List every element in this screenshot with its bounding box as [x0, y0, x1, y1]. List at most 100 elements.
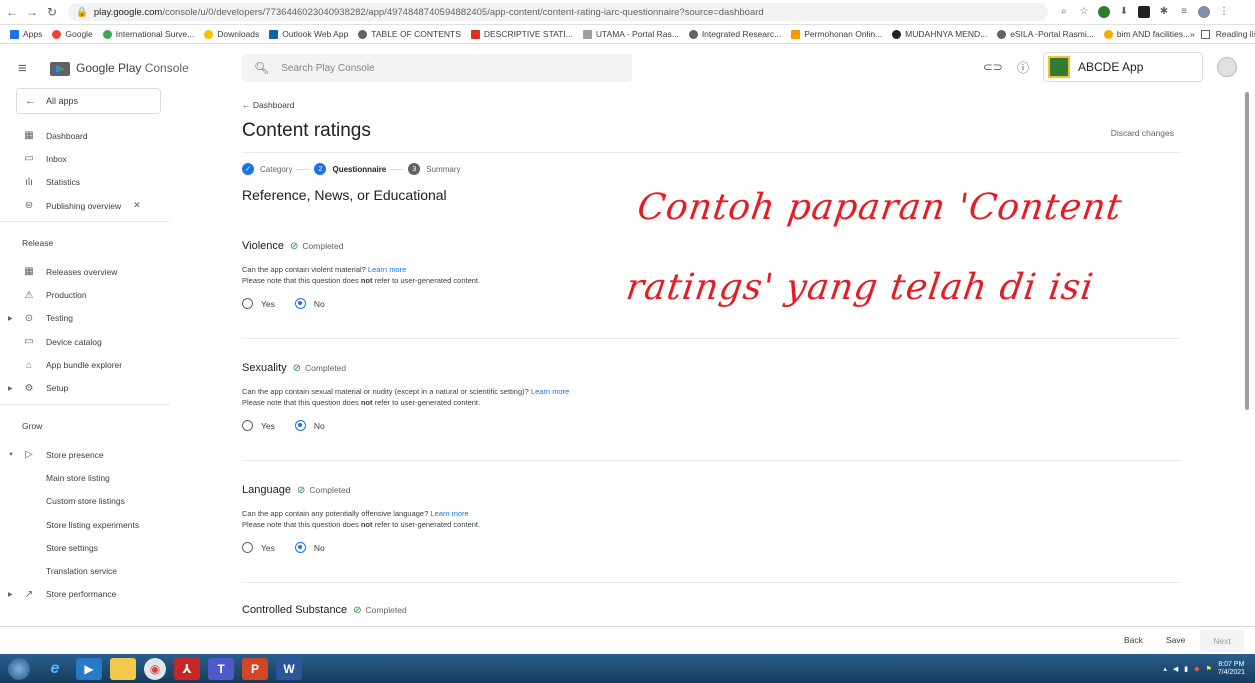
search-input[interactable]: 🔍︎ Search Play Console	[242, 54, 632, 82]
bookmark-esila[interactable]: eSILA -Portal Rasmi...	[997, 29, 1094, 39]
extension-icon[interactable]	[1138, 6, 1150, 18]
bookmark-integrated-research[interactable]: Integrated Researc...	[688, 29, 781, 39]
radio-group: Yes No	[242, 420, 1180, 431]
bookmark-permohonan[interactable]: Permohonan Onlin...	[791, 29, 882, 39]
playlist-icon[interactable]: ≡	[1178, 6, 1190, 18]
back-button[interactable]: Back	[1124, 635, 1143, 645]
volume-icon[interactable]: ◀	[1173, 665, 1178, 673]
step-questionnaire[interactable]: Questionnaire	[332, 165, 386, 174]
learn-more-link[interactable]: Learn more	[368, 265, 406, 274]
bookmark-label: Downloads	[217, 29, 260, 39]
bookmark-mudahnya[interactable]: MUDAHNYA MEND...	[892, 29, 987, 39]
bookmark-table-of-contents[interactable]: TABLE OF CONTENTS	[358, 29, 461, 39]
bookmark-utama[interactable]: UTAMA - Portal Ras...	[582, 29, 679, 39]
sidebar-item-store-settings[interactable]: Store settings	[0, 536, 170, 559]
bookmark-international-survey[interactable]: International Surve...	[102, 29, 194, 39]
acrobat-icon[interactable]: ⅄	[174, 657, 200, 680]
sidebar-item-app-bundle-explorer[interactable]: ⌂ App bundle explorer	[0, 353, 170, 376]
question-body: Can the app contain sexual material or n…	[242, 387, 529, 396]
media-player-icon[interactable]: ▶	[76, 657, 102, 680]
sidebar-item-releases-overview[interactable]: ▦ Releases overview	[0, 260, 170, 283]
internet-explorer-icon[interactable]: e	[42, 658, 68, 680]
bookmark-bim[interactable]: bim AND facilities...	[1103, 29, 1190, 39]
tray-arrow-icon[interactable]: ▴	[1163, 665, 1167, 673]
kebab-menu-icon[interactable]: ⋮	[1218, 6, 1230, 18]
help-icon[interactable]: ⓘ	[1017, 59, 1029, 76]
flag-icon[interactable]: ⚑	[1205, 665, 1211, 673]
star-icon[interactable]: ☆	[1078, 6, 1090, 18]
more-bookmarks-icon[interactable]: »	[1190, 29, 1195, 39]
forward-arrow-icon[interactable]: →	[24, 5, 40, 19]
next-button[interactable]: Next	[1200, 630, 1244, 652]
sidebar-item-setup[interactable]: ▶ ⚙ Setup	[0, 377, 170, 400]
download-icon[interactable]: ⬇	[1118, 6, 1130, 18]
radio-label: Yes	[261, 298, 275, 309]
sidebar-item-store-presence[interactable]: ▼ ▷ Store presence	[0, 443, 170, 466]
save-button[interactable]: Save	[1166, 635, 1185, 645]
folder-icon[interactable]	[110, 657, 136, 680]
sidebar-item-custom-store-listings[interactable]: Custom store listings	[0, 490, 170, 513]
extension-icon[interactable]	[1098, 6, 1110, 18]
address-bar[interactable]: 🔒 play.google.com /console/u/0/developer…	[68, 3, 1048, 21]
bookmark-downloads[interactable]: Downloads	[204, 29, 259, 39]
bookmark-apps[interactable]: Apps	[10, 29, 42, 39]
discard-changes-button[interactable]: Discard changes	[1111, 128, 1174, 138]
network-icon[interactable]: ▮	[1184, 665, 1188, 673]
status-badge: Completed	[305, 363, 347, 373]
bookmark-outlook[interactable]: Outlook Web App	[269, 29, 348, 39]
section-title-grow: Grow	[22, 420, 43, 431]
bookmark-descriptive-stati[interactable]: DESCRIPTIVE STATI...	[470, 29, 573, 39]
reading-list-icon[interactable]	[1200, 29, 1210, 39]
puzzle-icon[interactable]: ✱	[1158, 6, 1170, 18]
radio-label: No	[313, 420, 325, 431]
sidebar-item-translation-service[interactable]: Translation service	[0, 559, 170, 582]
chrome-icon[interactable]: ◉	[144, 657, 166, 680]
learn-more-link[interactable]: Learn more	[531, 387, 569, 396]
annotation-overlay: Contoh paparan 'Content ratings' yang te…	[621, 168, 1128, 328]
sidebar-item-production[interactable]: ⚠ Production	[0, 283, 170, 306]
play-console-logo[interactable]: Google Play Console	[50, 60, 230, 76]
collapse-caret-icon: ▼	[8, 451, 14, 458]
back-arrow-icon[interactable]: ←	[4, 5, 20, 19]
avatar[interactable]	[1217, 57, 1237, 77]
step-category[interactable]: Category	[260, 165, 292, 174]
sidebar-item-main-store-listing[interactable]: Main store listing	[0, 466, 170, 489]
sidebar-item-store-listing-experiments[interactable]: Store listing experiments	[0, 513, 170, 536]
sidebar-item-statistics[interactable]: ılı Statistics	[0, 171, 170, 194]
teams-icon[interactable]: T	[208, 657, 234, 680]
sidebar-item-publishing-overview[interactable]: ⊜ Publishing overview ✕	[0, 194, 170, 217]
sidebar-item-testing[interactable]: ▶ ⊙ Testing	[0, 307, 170, 330]
annotation-line-2: ratings' yang telah di isi	[623, 267, 1097, 308]
sidebar-item-device-catalog[interactable]: ▭ Device catalog	[0, 330, 170, 353]
step-connector	[296, 168, 311, 170]
zoom-icon[interactable]: ⌕	[1058, 6, 1070, 18]
learn-more-link[interactable]: Learn more	[430, 509, 468, 518]
sidebar-item-inbox[interactable]: ▭ Inbox	[0, 147, 170, 170]
all-apps-button[interactable]: ← All apps	[16, 88, 161, 114]
scrollbar[interactable]	[1245, 92, 1249, 410]
security-icon[interactable]: ◆	[1194, 665, 1199, 673]
start-button[interactable]	[8, 657, 30, 680]
bookmark-google[interactable]: Google	[52, 29, 93, 39]
link-icon[interactable]: ⊂⊃	[983, 60, 1003, 74]
sidebar-item-store-performance[interactable]: ▶ ↗ Store performance	[0, 583, 170, 606]
reload-icon[interactable]: ↻	[44, 5, 60, 19]
radio-no[interactable]	[294, 542, 306, 553]
back-to-dashboard-link[interactable]: ← Dashboard	[242, 100, 1180, 110]
clock[interactable]: 8:07 PM 7/4/2021	[1218, 661, 1245, 677]
profile-icon[interactable]	[1198, 6, 1210, 18]
powerpoint-icon[interactable]: P	[242, 657, 268, 680]
word-icon[interactable]: W	[276, 657, 302, 680]
radio-yes[interactable]	[242, 542, 253, 553]
radio-no[interactable]	[294, 420, 306, 431]
radio-yes[interactable]	[242, 298, 253, 309]
app-selector[interactable]: ABCDE App	[1043, 52, 1203, 82]
radio-yes[interactable]	[242, 420, 253, 431]
sidebar-item-dashboard[interactable]: ▦ Dashboard	[0, 124, 170, 147]
reading-list-label[interactable]: Reading list	[1216, 29, 1255, 39]
sidebar-item-label: Statistics	[46, 177, 81, 188]
question-note: Please note that this question does	[242, 398, 361, 407]
menu-icon[interactable]: ≡	[18, 60, 32, 77]
step-summary[interactable]: Summary	[426, 165, 460, 174]
radio-no[interactable]	[294, 298, 306, 309]
